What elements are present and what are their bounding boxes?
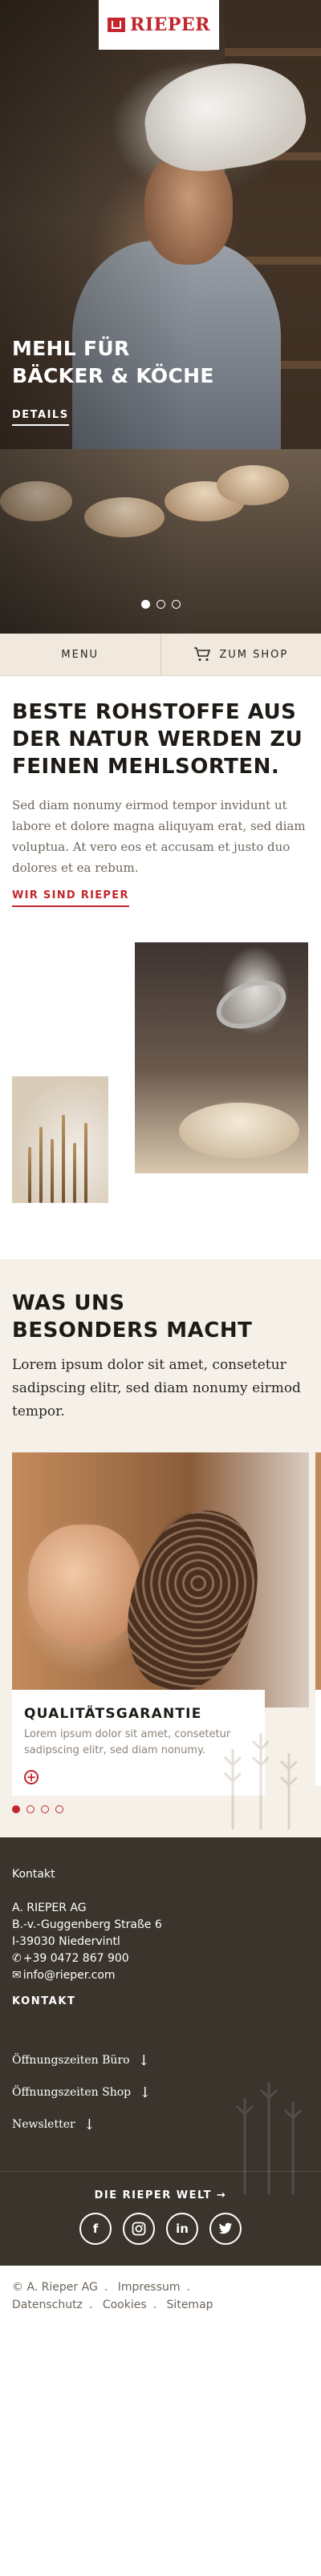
brand-logo[interactable]: RIEPER (99, 0, 219, 50)
features-lead: Lorem ipsum dolor sit amet, consetetur s… (12, 1357, 301, 1420)
hero-title: MEHL FÜR BÄCKER & KÖCHE (12, 335, 253, 390)
arrow-down-icon: ↓ (83, 2116, 95, 2133)
hero-banner: RIEPER MEHL FÜR BÄCKER & KÖCHE DETAILS (0, 0, 321, 634)
plus-circle-icon[interactable]: + (24, 1770, 39, 1784)
hero-carousel-dots (0, 600, 321, 609)
feature-card-body: Q L + (315, 1690, 321, 1786)
linkedin-icon[interactable]: in (166, 2213, 198, 2245)
arrow-down-icon: ↓ (137, 2051, 150, 2069)
rieper-world-label: DIE RIEPER WELT (94, 2189, 212, 2201)
arrow-down-icon: ↓ (139, 2084, 152, 2101)
cookies-link[interactable]: Cookies (103, 2299, 147, 2311)
bread-photo (12, 1452, 309, 1707)
carousel-dot[interactable] (171, 600, 181, 609)
hero-title-line-2: BÄCKER & KÖCHE (12, 364, 214, 387)
email-address: info@rieper.com (22, 1969, 116, 1982)
brand-name: RIEPER (130, 14, 210, 35)
feature-photo (315, 1452, 321, 1707)
datenschutz-link[interactable]: Datenschutz (12, 2299, 83, 2311)
separator: . (104, 2281, 108, 2294)
phone-row[interactable]: ✆ +39 0472 867 900 (12, 1950, 309, 1967)
twitter-icon[interactable] (209, 2213, 242, 2245)
facebook-icon[interactable]: f (79, 2213, 112, 2245)
flour-sieve-image (135, 942, 308, 1173)
separator: . (88, 2299, 93, 2311)
menu-shop-bar: MENU ZUM SHOP (0, 634, 321, 676)
features-carousel-dots (12, 1805, 63, 1813)
rieper-logo-mark-icon (108, 18, 126, 32)
email-row[interactable]: ✉ info@rieper.com (12, 1967, 309, 1984)
image-collage (0, 942, 321, 1259)
carousel-dot[interactable] (140, 600, 150, 609)
wheat-decoration-icon (223, 1733, 299, 1829)
hero-title-line-1: MEHL FÜR (12, 337, 130, 360)
sitemap-link[interactable]: Sitemap (167, 2299, 213, 2311)
instagram-icon[interactable] (123, 2213, 155, 2245)
footer-address: A. RIEPER AG B.-v.-Guggenberg Straße 6 I… (12, 1900, 309, 1984)
feature-card[interactable]: Q L + (315, 1452, 321, 1786)
link-label: Öffnungszeiten Shop (12, 2086, 132, 2099)
cart-icon (193, 647, 211, 662)
phone-icon: ✆ (12, 1952, 22, 1965)
sieve-shape (209, 971, 293, 1038)
features-title: WAS UNS BESONDERS MACHT (0, 1290, 321, 1344)
social-links: f in (12, 2213, 309, 2245)
company-name: A. RIEPER AG (12, 1902, 87, 1914)
features-section: WAS UNS BESONDERS MACHT Lorem ipsum dolo… (0, 1259, 321, 1837)
carousel-dot[interactable] (26, 1805, 35, 1813)
city: I-39030 Niedervintl (12, 1935, 120, 1948)
separator: . (152, 2299, 157, 2311)
legal-bar: © A. Rieper AG. Impressum. Datenschutz. … (0, 2266, 321, 2328)
bread-shape (107, 1494, 278, 1707)
kontakt-link[interactable]: KONTAKT (12, 1995, 309, 2007)
carousel-dot[interactable] (41, 1805, 49, 1813)
carousel-dot[interactable] (12, 1805, 20, 1813)
shop-button[interactable]: ZUM SHOP (160, 634, 321, 675)
hero-overlay (0, 0, 321, 634)
impressum-link[interactable]: Impressum (118, 2281, 181, 2294)
carousel-dot[interactable] (156, 600, 165, 609)
mail-icon: ✉ (12, 1969, 22, 1982)
hand-shape (28, 1525, 140, 1645)
link-label: Öffnungszeiten Büro (12, 2054, 130, 2067)
menu-label: MENU (61, 648, 100, 661)
wheat-decoration-icon (235, 2082, 303, 2194)
copyright: © A. Rieper AG (12, 2281, 98, 2294)
carousel-dot[interactable] (55, 1805, 63, 1813)
features-title-line-2: BESONDERS MACHT (12, 1318, 253, 1343)
intro-title: BESTE ROHSTOFFE AUS DER NATUR WERDEN ZU … (12, 700, 303, 779)
shop-label: ZUM SHOP (219, 648, 289, 661)
street: B.-v.-Guggenberg Straße 6 (12, 1918, 162, 1931)
phone-number: +39 0472 867 900 (22, 1952, 129, 1965)
hero-details-link[interactable]: DETAILS (12, 409, 69, 426)
intro-text: Sed diam nonumy eirmod tempor invidunt u… (12, 798, 306, 875)
wheat-field-image (12, 1076, 108, 1203)
features-title-line-1: WAS UNS (12, 1291, 125, 1315)
dough-shape (179, 1103, 299, 1159)
footer-heading: Kontakt (12, 1868, 55, 1881)
link-label: Newsletter (12, 2118, 75, 2131)
about-rieper-link[interactable]: WIR SIND RIEPER (12, 889, 129, 907)
separator: . (186, 2281, 190, 2294)
menu-button[interactable]: MENU (0, 634, 160, 675)
intro-section: BESTE ROHSTOFFE AUS DER NATUR WERDEN ZU … (0, 676, 321, 942)
footer: Kontakt A. RIEPER AG B.-v.-Guggenberg St… (0, 1837, 321, 2266)
